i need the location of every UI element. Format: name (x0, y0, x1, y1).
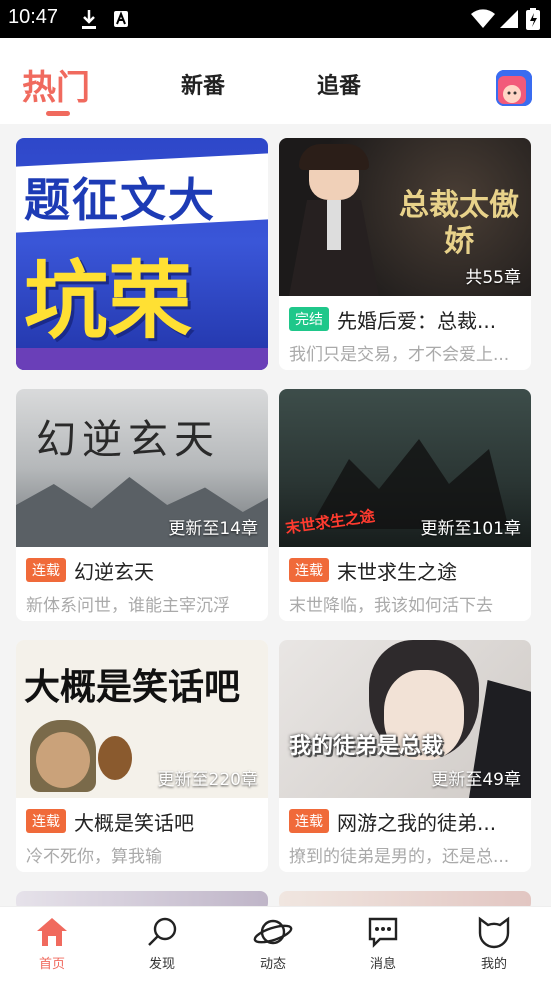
content-grid: 题征文大 坑荣 总裁太傲娇 共55章 完结 先婚后爱：总裁... 我们只是交易，… (0, 124, 551, 906)
banner-line-1: 题征文大 (24, 173, 216, 227)
comic-cover: 大概是笑话吧 更新至220章 (16, 640, 268, 798)
nav-label: 发现 (148, 957, 175, 972)
cover-title: 大概是笑话吧 (24, 667, 241, 708)
planet-icon (253, 919, 293, 945)
comic-description: 末世降临，我该如何活下去 (289, 596, 493, 616)
comic-description: 冷不死你，算我输 (26, 847, 162, 867)
comic-description: 撩到的徒弟是男的，还是总... (289, 847, 510, 867)
battery-icon (526, 8, 540, 30)
tab-hot[interactable]: 热门 (22, 60, 90, 109)
chapter-update: 更新至220章 (157, 770, 258, 790)
banner-image: 题征文大 坑荣 (16, 138, 268, 370)
profile-icon (478, 916, 510, 949)
comic-title: 末世求生之途 (337, 559, 457, 584)
chapter-update: 更新至49章 (431, 770, 521, 790)
status-badge: 连载 (26, 558, 66, 582)
nav-label: 消息 (369, 957, 396, 972)
signal-icon (500, 10, 518, 28)
nav-home[interactable]: 首页 (12, 915, 92, 972)
comic-cover: 幻逆玄天 更新至14章 (16, 389, 268, 547)
active-tab-indicator (46, 111, 70, 116)
status-badge: 完结 (289, 307, 329, 331)
comic-card[interactable]: 幻逆玄天 更新至14章 连载 幻逆玄天 新体系问世，谁能主宰沉浮 (16, 389, 268, 621)
cover-title: 总裁太傲娇 (399, 188, 519, 259)
comic-card[interactable]: 我的徒弟是总裁 更新至49章 连载 网游之我的徒弟... 撩到的徒弟是男的，还是… (279, 640, 531, 872)
cat-avatar-icon (496, 70, 532, 106)
cover-title: 我的徒弟是总裁 (289, 734, 444, 759)
font-icon (114, 11, 128, 27)
nav-feed[interactable]: 动态 (233, 915, 313, 972)
comic-title: 大概是笑话吧 (74, 810, 194, 835)
comic-title: 幻逆玄天 (74, 559, 154, 584)
nav-profile[interactable]: 我的 (454, 915, 534, 972)
nav-label: 动态 (259, 957, 286, 972)
comic-card[interactable] (16, 891, 268, 906)
banner-card[interactable]: 题征文大 坑荣 (16, 138, 268, 370)
tab-follow[interactable]: 追番 (317, 68, 361, 100)
comic-description: 新体系问世，谁能主宰沉浮 (26, 596, 230, 616)
comic-card[interactable]: 末世求生之途 更新至101章 连载 末世求生之途 末世降临，我该如何活下去 (279, 389, 531, 621)
nav-discover[interactable]: 发现 (122, 915, 202, 972)
cover-title: 末世求生之途 (284, 506, 376, 538)
comic-cover (16, 891, 268, 906)
comic-title: 先婚后爱：总裁... (337, 308, 497, 333)
comic-card[interactable] (279, 891, 531, 906)
comic-cover (279, 891, 531, 906)
comic-cover: 末世求生之途 更新至101章 (279, 389, 531, 547)
search-icon (148, 917, 177, 946)
bottom-nav: 首页 发现 动态 消息 我的 (0, 906, 551, 985)
top-nav: 热门 新番 追番 (0, 38, 551, 124)
status-badge: 连载 (26, 809, 66, 833)
comic-card[interactable]: 总裁太傲娇 共55章 完结 先婚后爱：总裁... 我们只是交易，才不会爱上... (279, 138, 531, 370)
wifi-icon (471, 9, 495, 28)
comic-title: 网游之我的徒弟... (337, 810, 497, 835)
chapter-count: 共55章 (465, 268, 521, 288)
status-time: 10:47 (8, 6, 59, 28)
status-bar: 10:47 (0, 0, 551, 38)
nav-label: 首页 (38, 957, 65, 972)
avatar[interactable] (496, 70, 532, 106)
cover-title: 幻逆玄天 (36, 417, 220, 463)
comic-cover: 我的徒弟是总裁 更新至49章 (279, 640, 531, 798)
status-badge: 连载 (289, 558, 329, 582)
comic-cover: 总裁太傲娇 共55章 (279, 138, 531, 296)
comic-description: 我们只是交易，才不会爱上... (289, 345, 510, 365)
tab-new[interactable]: 新番 (181, 68, 225, 100)
chapter-update: 更新至101章 (420, 519, 521, 539)
message-icon (368, 917, 398, 948)
chapter-update: 更新至14章 (168, 519, 258, 539)
status-badge: 连载 (289, 809, 329, 833)
download-icon (82, 10, 96, 29)
comic-card[interactable]: 大概是笑话吧 更新至220章 连载 大概是笑话吧 冷不死你，算我输 (16, 640, 268, 872)
nav-messages[interactable]: 消息 (343, 915, 423, 972)
home-icon (37, 918, 67, 946)
banner-line-2: 坑荣 (24, 252, 193, 350)
nav-label: 我的 (480, 957, 507, 972)
